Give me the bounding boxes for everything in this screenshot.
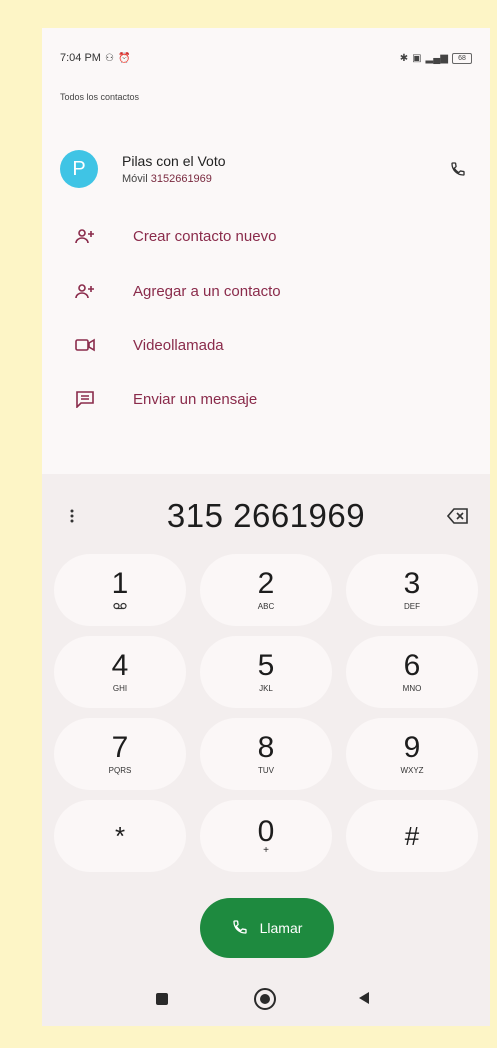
call-button-label: Llamar xyxy=(259,920,303,936)
key-2[interactable]: 2 ABC xyxy=(200,554,332,626)
contact-number: 3152661969 xyxy=(150,173,212,185)
contact-suggestions-panel: 7:04 PM ⚇ ⏰ ✱ ▣ ▂▄▆ 68 Todos los contact… xyxy=(42,28,490,474)
contact-suggestion[interactable]: P Pilas con el Voto Móvil 3152661969 xyxy=(60,146,472,192)
video-call-label: Videollamada xyxy=(133,336,224,354)
vibrate-icon: ▣ xyxy=(412,52,422,64)
add-person-icon xyxy=(72,228,98,244)
add-to-contact-label: Agregar a un contacto xyxy=(133,282,281,300)
key-4[interactable]: 4 GHI xyxy=(54,636,186,708)
status-bar: 7:04 PM ⚇ ⏰ ✱ ▣ ▂▄▆ 68 xyxy=(60,48,472,68)
key-0[interactable]: 0 + xyxy=(200,800,332,872)
recents-icon[interactable] xyxy=(156,993,168,1005)
alarm-icon: ⏰ xyxy=(117,52,131,64)
message-icon xyxy=(72,390,98,408)
notification-icon: ⚇ xyxy=(104,52,114,64)
back-icon[interactable] xyxy=(358,991,370,1010)
bluetooth-icon: ✱ xyxy=(399,52,409,64)
create-contact-label: Crear contacto nuevo xyxy=(133,227,277,245)
add-to-contact-action[interactable]: Agregar a un contacto xyxy=(72,276,472,306)
create-contact-action[interactable]: Crear contacto nuevo xyxy=(72,221,472,251)
avatar: P xyxy=(60,150,98,188)
key-7[interactable]: 7 PQRS xyxy=(54,718,186,790)
call-button[interactable]: Llamar xyxy=(200,898,334,958)
key-star[interactable]: * xyxy=(54,800,186,872)
phone-screen: 7:04 PM ⚇ ⏰ ✱ ▣ ▂▄▆ 68 Todos los contact… xyxy=(42,28,490,1026)
contact-name: Pilas con el Voto xyxy=(122,153,226,169)
battery-icon: 68 xyxy=(452,52,472,64)
voicemail-icon xyxy=(113,602,127,612)
send-message-label: Enviar un mensaje xyxy=(133,390,258,408)
dialpad-header: 315 2661969 xyxy=(42,496,490,536)
phone-icon xyxy=(232,919,248,938)
add-person-icon xyxy=(72,283,98,299)
dialed-number-field[interactable]: 315 2661969 xyxy=(42,497,490,535)
video-icon xyxy=(72,338,98,352)
key-5[interactable]: 5 JKL xyxy=(200,636,332,708)
signal-icon: ▂▄▆ xyxy=(425,52,448,64)
status-time: 7:04 PM xyxy=(60,52,101,64)
backspace-icon[interactable] xyxy=(444,504,472,528)
key-6[interactable]: 6 MNO xyxy=(346,636,478,708)
key-1[interactable]: 1 xyxy=(54,554,186,626)
key-hash[interactable]: # xyxy=(346,800,478,872)
video-call-action[interactable]: Videollamada xyxy=(72,330,472,360)
navigation-bar xyxy=(42,982,490,1018)
section-label: Todos los contactos xyxy=(60,92,140,102)
contact-number-type: Móvil xyxy=(122,173,148,185)
key-8[interactable]: 8 TUV xyxy=(200,718,332,790)
phone-icon[interactable] xyxy=(444,155,472,183)
send-message-action[interactable]: Enviar un mensaje xyxy=(72,384,472,414)
home-icon[interactable] xyxy=(254,988,276,1010)
key-9[interactable]: 9 WXYZ xyxy=(346,718,478,790)
key-3[interactable]: 3 DEF xyxy=(346,554,478,626)
dialpad-keys: 1 2 ABC 3 DEF 4 GHI 5 JKL 6 MNO 7 PQRS 8… xyxy=(54,554,478,872)
